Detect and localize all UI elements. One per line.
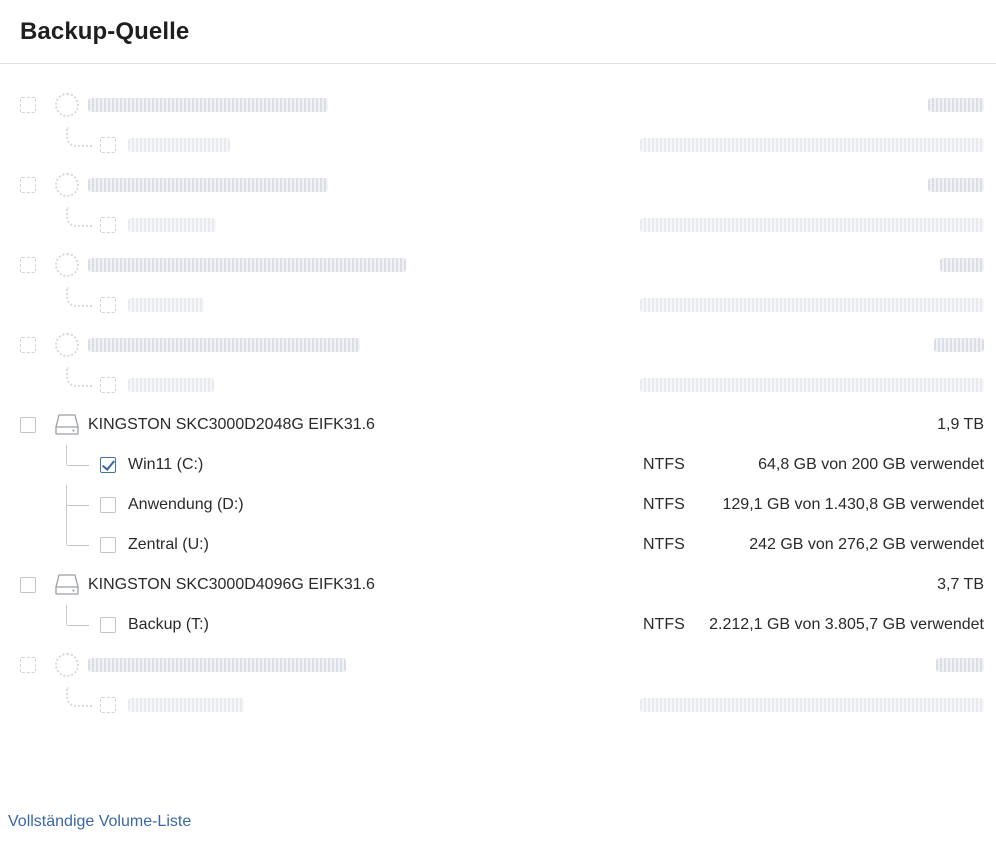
disk-name: KINGSTON SKC3000D2048G EIFK31.6: [88, 416, 375, 433]
volume-row[interactable]: Zentral (U:) NTFS 242 GB von 276,2 GB ve…: [0, 505, 996, 565]
obscured-checkbox: [100, 297, 116, 313]
tree-connector: [66, 505, 89, 546]
obscured-text: [88, 98, 328, 112]
obscured-disk-icon: [55, 253, 79, 277]
disk-row[interactable]: KINGSTON SKC3000D2048G EIFK31.6 1,9 TB: [0, 405, 996, 445]
volume-usage: 129,1 GB von 1.430,8 GB verwendet: [722, 496, 985, 513]
tree-connector: [66, 605, 89, 626]
obscured-text: [640, 378, 984, 392]
obscured-connector: [66, 127, 92, 147]
volume-label: Zentral (U:): [128, 536, 209, 553]
hard-drive-icon: [55, 414, 79, 435]
volume-label: Win11 (C:): [128, 456, 204, 473]
obscured-text: [940, 258, 984, 272]
volume-checkbox[interactable]: [100, 617, 116, 633]
obscured-text: [128, 378, 214, 392]
tree-connector: [66, 445, 89, 466]
obscured-disk-icon: [55, 93, 79, 117]
obscured-text: [640, 298, 984, 312]
obscured-connector: [66, 367, 92, 387]
obscured-text: [88, 178, 328, 192]
disk-checkbox[interactable]: [20, 417, 36, 433]
volume-filesystem: NTFS: [643, 456, 685, 473]
obscured-checkbox: [20, 657, 36, 673]
obscured-volume-row: [0, 685, 996, 725]
volume-usage: 64,8 GB von 200 GB verwendet: [758, 456, 984, 473]
obscured-disk-row: [0, 245, 996, 285]
obscured-text: [928, 98, 984, 112]
disk-checkbox[interactable]: [20, 577, 36, 593]
volume-checkbox[interactable]: [100, 537, 116, 553]
obscured-connector: [66, 287, 92, 307]
disk-tree: KINGSTON SKC3000D2048G EIFK31.6 1,9 TB W…: [0, 85, 996, 725]
obscured-checkbox: [100, 697, 116, 713]
obscured-text: [128, 138, 230, 152]
obscured-text: [640, 218, 984, 232]
disk-row[interactable]: KINGSTON SKC3000D4096G EIFK31.6 3,7 TB: [0, 565, 996, 605]
obscured-checkbox: [100, 137, 116, 153]
volume-filesystem: NTFS: [643, 536, 685, 553]
obscured-text: [934, 338, 984, 352]
obscured-checkbox: [100, 377, 116, 393]
obscured-disk-row: [0, 645, 996, 685]
obscured-volume-row: [0, 365, 996, 405]
volume-filesystem: NTFS: [643, 496, 685, 513]
obscured-text: [88, 258, 406, 272]
volume-filesystem: NTFS: [643, 616, 685, 633]
volume-row[interactable]: Anwendung (D:) NTFS 129,1 GB von 1.430,8…: [0, 485, 996, 525]
obscured-volume-row: [0, 125, 996, 165]
page-title: Backup-Quelle: [20, 17, 190, 45]
obscured-disk-row: [0, 165, 996, 205]
obscured-text: [88, 658, 346, 672]
obscured-connector: [66, 207, 92, 227]
volume-row[interactable]: Win11 (C:) NTFS 64,8 GB von 200 GB verwe…: [0, 445, 996, 485]
obscured-volume-row: [0, 205, 996, 245]
obscured-disk-row: [0, 325, 996, 365]
volume-checkbox[interactable]: [100, 457, 116, 473]
obscured-volume-row: [0, 285, 996, 325]
obscured-disk-icon: [55, 653, 79, 677]
obscured-checkbox: [20, 97, 36, 113]
disk-size: 1,9 TB: [937, 416, 984, 433]
obscured-checkbox: [20, 177, 36, 193]
volume-checkbox[interactable]: [100, 497, 116, 513]
volume-usage: 2.212,1 GB von 3.805,7 GB verwendet: [709, 616, 984, 633]
obscured-checkbox: [20, 257, 36, 273]
obscured-text: [928, 178, 984, 192]
obscured-disk-icon: [55, 173, 79, 197]
hard-drive-icon: [55, 574, 79, 595]
obscured-disk-row: [0, 85, 996, 125]
full-volume-list-link[interactable]: Vollständige Volume-Liste: [8, 813, 191, 831]
obscured-text: [128, 298, 204, 312]
obscured-text: [128, 698, 244, 712]
volume-usage: 242 GB von 276,2 GB verwendet: [749, 536, 984, 553]
disk-name: KINGSTON SKC3000D4096G EIFK31.6: [88, 576, 375, 593]
obscured-checkbox: [100, 217, 116, 233]
disk-size: 3,7 TB: [937, 576, 984, 593]
header: Backup-Quelle: [0, 0, 996, 64]
obscured-checkbox: [20, 337, 36, 353]
obscured-disk-icon: [55, 333, 79, 357]
obscured-text: [128, 218, 216, 232]
obscured-text: [640, 138, 984, 152]
volume-label: Backup (T:): [128, 616, 209, 633]
obscured-text: [936, 658, 984, 672]
obscured-connector: [66, 687, 92, 707]
volume-row[interactable]: Backup (T:) NTFS 2.212,1 GB von 3.805,7 …: [0, 605, 996, 645]
volume-label: Anwendung (D:): [128, 496, 244, 513]
obscured-text: [88, 338, 360, 352]
obscured-text: [640, 698, 984, 712]
backup-source-page: Backup-Quelle KINGSTON SKC3000D2048G EIF…: [0, 0, 996, 844]
